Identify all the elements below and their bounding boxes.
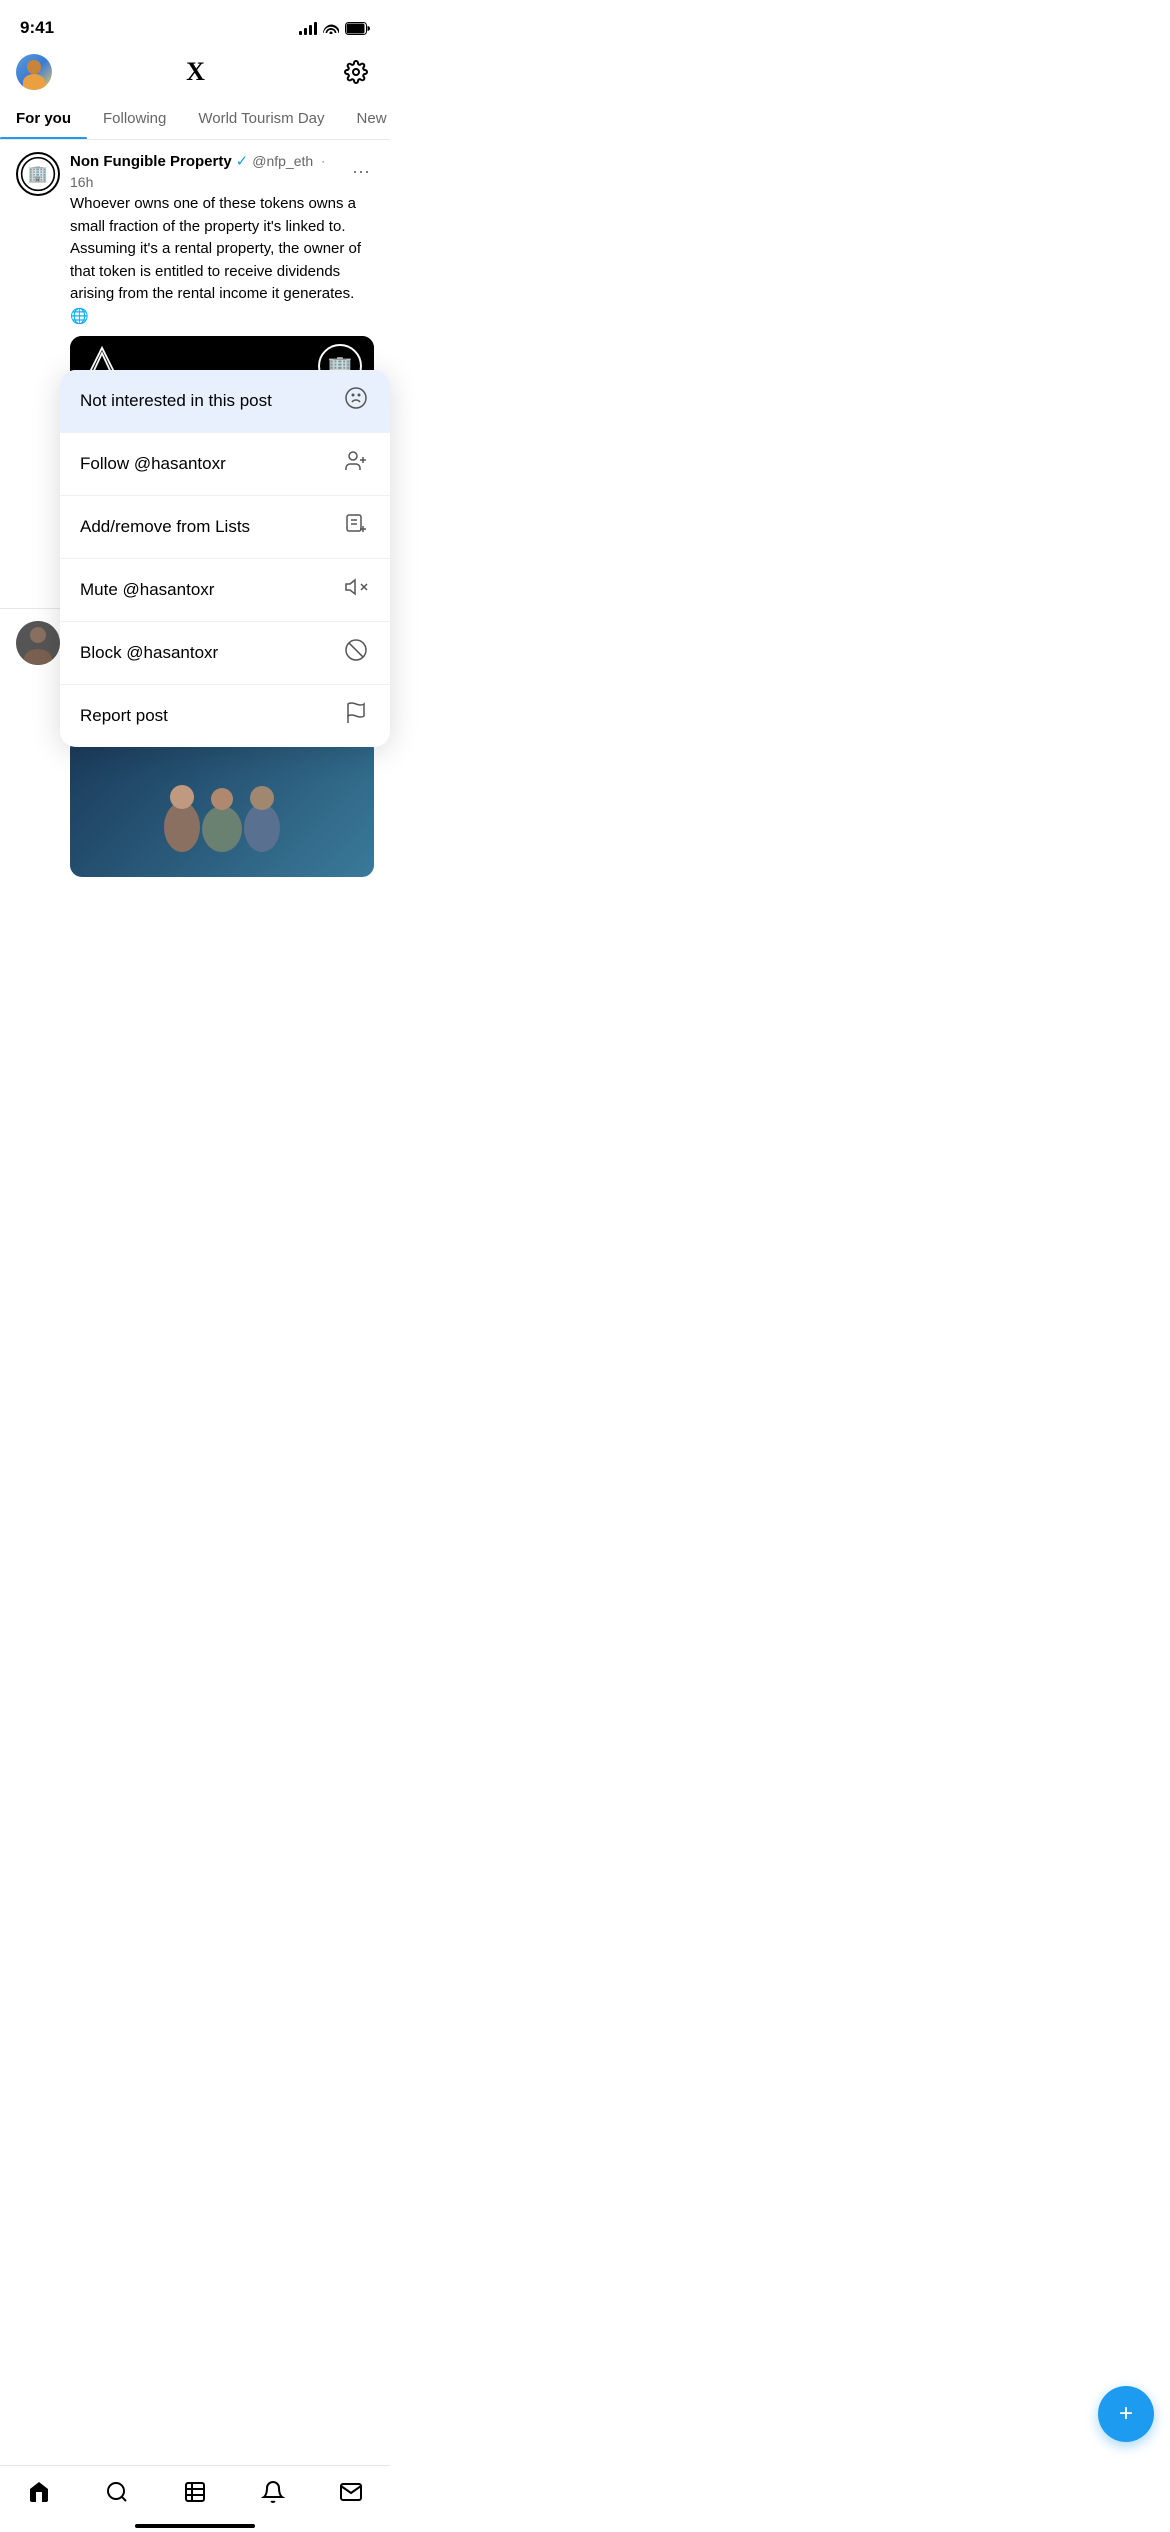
compose-button[interactable]: +	[1098, 2386, 1154, 2442]
search-icon	[105, 2480, 129, 2504]
report-flag-icon	[342, 701, 370, 731]
nav-home[interactable]	[19, 2476, 59, 2508]
ban-icon	[344, 638, 368, 662]
menu-item-not-interested[interactable]: Not interested in this post	[60, 370, 390, 433]
menu-item-block[interactable]: Block @hasantoxr	[60, 622, 390, 685]
mute-icon	[342, 575, 370, 605]
add-list-icon	[344, 512, 368, 536]
spaces-icon	[183, 2480, 207, 2504]
menu-item-report[interactable]: Report post	[60, 685, 390, 747]
context-menu-overlay[interactable]: Not interested in this post Follow @hasa…	[0, 0, 390, 889]
mail-icon	[339, 2480, 363, 2504]
block-icon	[342, 638, 370, 668]
menu-item-mute[interactable]: Mute @hasantoxr	[60, 559, 390, 622]
person-add-icon	[344, 449, 368, 473]
nav-messages[interactable]	[331, 2476, 371, 2508]
menu-item-add-to-lists[interactable]: Add/remove from Lists	[60, 496, 390, 559]
compose-icon: +	[1119, 2402, 1133, 2426]
volume-mute-icon	[344, 575, 368, 599]
nav-notifications[interactable]	[253, 2476, 293, 2508]
context-menu: Not interested in this post Follow @hasa…	[60, 370, 390, 747]
home-indicator-bar	[135, 2524, 255, 2528]
frown-icon	[344, 386, 368, 410]
nav-search[interactable]	[97, 2476, 137, 2508]
nav-spaces[interactable]	[175, 2476, 215, 2508]
home-icon	[27, 2480, 51, 2504]
sad-face-icon	[342, 386, 370, 416]
menu-item-follow[interactable]: Follow @hasantoxr	[60, 433, 390, 496]
flag-icon	[344, 701, 368, 725]
follow-icon	[342, 449, 370, 479]
list-add-icon	[342, 512, 370, 542]
home-indicator	[0, 2512, 390, 2532]
bell-icon	[261, 2480, 285, 2504]
